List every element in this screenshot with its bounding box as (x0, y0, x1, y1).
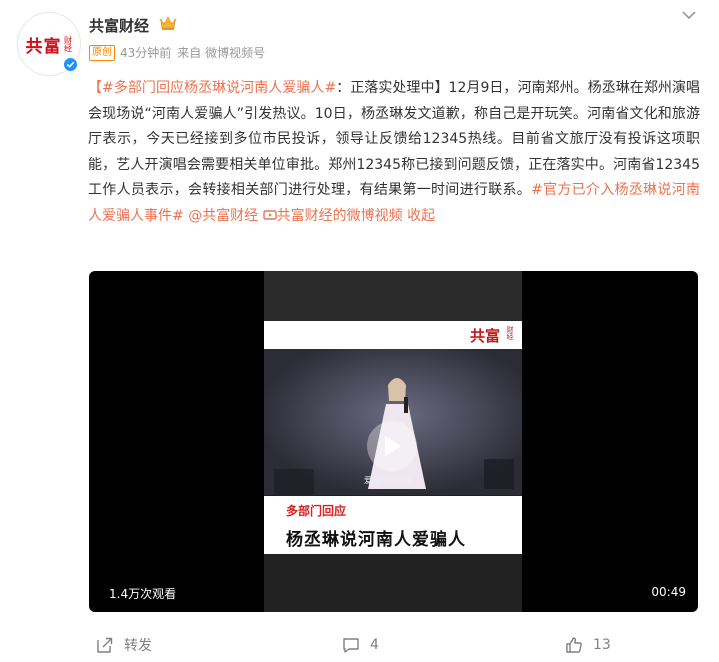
avatar-logo-sub: 财经 (63, 36, 73, 52)
mention-link[interactable]: @共富财经 (188, 208, 258, 224)
avatar[interactable]: 共富 财经 (17, 12, 81, 76)
play-button[interactable] (367, 421, 417, 471)
account-name[interactable]: 共富财经 (89, 15, 149, 36)
video-player[interactable]: 共富 财经 爱骗人的事情 多部门回应 杨丞琳说河南人爱骗人 1.4万次观看 00… (89, 271, 698, 612)
video-banner-red: 多部门回应 (286, 504, 347, 518)
hashtag-link[interactable]: 【#多部门回应杨丞琳说河南人爱骗人# (88, 80, 336, 96)
verified-icon (62, 56, 79, 73)
repost-icon (97, 637, 113, 653)
post-source[interactable]: 来自 微博视频号 (177, 44, 265, 61)
video-subtitle: 爱骗人的事情 (364, 476, 412, 485)
chevron-down-icon[interactable] (681, 9, 697, 21)
crown-icon (159, 16, 177, 30)
action-bar: 转发 4 13 (0, 628, 719, 662)
video-banner-title: 杨丞琳说河南人爱骗人 (286, 530, 466, 550)
post-meta: 原创 43分钟前 来自 微博视频号 (89, 44, 265, 61)
avatar-logo-text: 共富 (25, 36, 62, 57)
video-brand-bar: 共富 财经 (264, 321, 522, 349)
comment-count: 4 (370, 637, 379, 653)
video-icon (262, 209, 277, 220)
original-badge: 原创 (89, 44, 115, 61)
video-link[interactable]: 共富财经的微博视频 (262, 207, 403, 224)
view-count: 1.4万次观看 (109, 587, 177, 601)
like-button[interactable]: 13 (565, 628, 611, 662)
post-time[interactable]: 43分钟前 (120, 44, 171, 61)
video-duration: 00:49 (651, 585, 686, 599)
comment-button[interactable]: 4 (342, 628, 379, 662)
post-body: ：正落实处理中】12月9日，河南郑州。杨丞琳在郑州演唱会现场说“河南人爱骗人”引… (88, 80, 700, 198)
thumbs-up-icon (566, 637, 582, 653)
video-link-label: 共富财经的微博视频 (276, 207, 403, 224)
repost-label: 转发 (124, 638, 152, 654)
comment-icon (343, 638, 359, 653)
video-brand-text: 共富 (469, 327, 500, 345)
post-text: 【#多部门回应杨丞琳说河南人爱骗人#：正落实处理中】12月9日，河南郑州。杨丞琳… (88, 76, 700, 229)
play-icon (385, 436, 401, 456)
collapse-link[interactable]: 收起 (407, 208, 435, 224)
like-count: 13 (593, 637, 611, 653)
repost-button[interactable]: 转发 (96, 628, 152, 662)
video-brand-sub: 财经 (506, 326, 514, 340)
